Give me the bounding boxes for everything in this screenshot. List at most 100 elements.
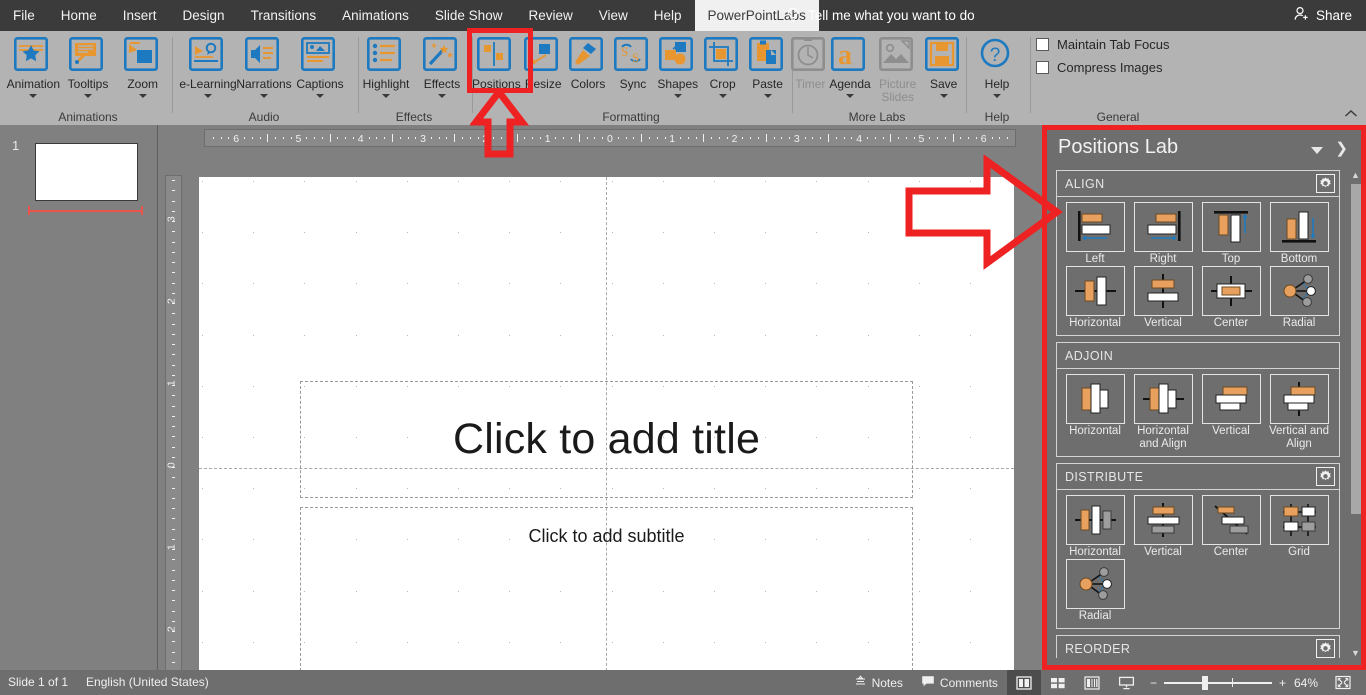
panel-button-horizontal[interactable]: Horizontal: [1061, 374, 1129, 450]
dropdown-caret-icon[interactable]: [438, 94, 446, 98]
dropdown-caret-icon[interactable]: [138, 94, 147, 98]
ribbon-button-effects[interactable]: Effects: [414, 31, 470, 98]
distribute-center-icon: [1201, 495, 1261, 545]
ribbon-tab-home[interactable]: Home: [48, 0, 110, 31]
ribbon-tab-view[interactable]: View: [586, 0, 641, 31]
zoom-in-button[interactable]: +: [1279, 676, 1286, 690]
ribbon-button-help[interactable]: ? Help: [969, 31, 1025, 98]
ribbon-button-crop[interactable]: Crop: [700, 31, 745, 98]
scroll-down-icon[interactable]: ▼: [1351, 648, 1360, 658]
dropdown-caret-icon[interactable]: [84, 94, 92, 98]
scrollbar-thumb[interactable]: [1351, 184, 1361, 514]
panel-button-bottom[interactable]: Bottom: [1265, 202, 1333, 266]
ribbon-button-resize[interactable]: Resize: [521, 31, 566, 91]
panel-button-top[interactable]: Top: [1197, 202, 1265, 266]
ribbon-tab-insert[interactable]: Insert: [110, 0, 170, 31]
slide-canvas[interactable]: Click to add title Click to add subtitle: [199, 177, 1014, 695]
compress-images-checkbox[interactable]: [1036, 61, 1049, 74]
dropdown-caret-icon[interactable]: [993, 94, 1001, 98]
panel-button-center[interactable]: Center: [1197, 495, 1265, 559]
panel-scrollbar[interactable]: ▲ ▼: [1349, 170, 1363, 658]
panel-button-radial[interactable]: Radial: [1061, 558, 1129, 623]
horizontal-ruler[interactable]: 6 5 4 3 2 1 0 1 2 3 4 5 6: [204, 129, 1016, 147]
dropdown-caret-icon[interactable]: [260, 94, 268, 98]
chevron-right-icon[interactable]: ❯: [1335, 139, 1348, 157]
normal-view-button[interactable]: [1006, 670, 1041, 695]
gear-icon[interactable]: [1316, 467, 1335, 486]
dropdown-caret-icon[interactable]: [316, 94, 324, 98]
panel-button-center[interactable]: Center: [1197, 265, 1265, 330]
panel-button-right[interactable]: Right: [1129, 202, 1197, 266]
ribbon-button-zoom[interactable]: Zoom: [115, 31, 170, 98]
ribbon-tab-slide-show[interactable]: Slide Show: [422, 0, 516, 31]
slide-sorter-button[interactable]: [1041, 670, 1075, 695]
slide-thumbnail-1[interactable]: [35, 143, 138, 201]
ribbon-tab-design[interactable]: Design: [170, 0, 238, 31]
ribbon-button-e-learning[interactable]: e-Learning: [179, 31, 237, 98]
panel-button-left[interactable]: Left: [1061, 202, 1129, 266]
language-label[interactable]: English (United States): [86, 675, 209, 689]
panel-button-vertical[interactable]: Vertical: [1129, 495, 1197, 559]
ribbon-button-agenda[interactable]: a Agenda: [829, 31, 871, 98]
gear-icon[interactable]: [1316, 639, 1335, 658]
fit-slide-button[interactable]: [1326, 670, 1360, 695]
dropdown-caret-icon[interactable]: [763, 94, 772, 98]
vertical-ruler[interactable]: 3210123: [165, 175, 182, 695]
panel-button-radial[interactable]: Radial: [1265, 265, 1333, 330]
ribbon-button-picture-slides[interactable]: Picture Slides: [871, 31, 925, 104]
panel-button-horizontal[interactable]: Horizontal: [1061, 265, 1129, 330]
ribbon-tab-file[interactable]: File: [0, 0, 48, 31]
slide-thumbnail-pane[interactable]: 1: [0, 125, 158, 670]
dropdown-caret-icon[interactable]: [382, 94, 390, 98]
dropdown-caret-icon[interactable]: [29, 94, 38, 98]
dropdown-caret-icon[interactable]: [718, 94, 727, 98]
collapse-ribbon-icon[interactable]: [1344, 107, 1358, 121]
ribbon-button-tooltips[interactable]: Tooltips: [61, 31, 116, 98]
ribbon-button-positions[interactable]: Positions: [472, 31, 521, 91]
scroll-up-icon[interactable]: ▲: [1351, 170, 1360, 180]
ribbon-button-captions[interactable]: Captions: [292, 31, 348, 98]
ribbon-tab-help[interactable]: Help: [641, 0, 695, 31]
compress-images-row[interactable]: Compress Images: [1036, 60, 1182, 75]
title-placeholder[interactable]: Click to add title: [300, 381, 913, 498]
ribbon-button-save[interactable]: Save: [924, 31, 963, 98]
slideshow-button[interactable]: [1109, 670, 1144, 695]
zoom-level-label[interactable]: 64%: [1292, 676, 1326, 690]
dropdown-caret-icon[interactable]: [673, 94, 682, 98]
ribbon-button-highlight[interactable]: Highlight: [358, 31, 414, 98]
comments-button[interactable]: Comments: [912, 670, 1007, 695]
ribbon-button-animation[interactable]: Animation: [6, 31, 61, 98]
subtitle-placeholder[interactable]: Click to add subtitle: [300, 507, 913, 671]
dropdown-caret-icon[interactable]: [204, 94, 212, 98]
ribbon-button-sync[interactable]: S S Sync: [610, 31, 655, 91]
ribbon-tab-review[interactable]: Review: [515, 0, 585, 31]
ribbon-button-paste[interactable]: Paste: [745, 31, 790, 98]
panel-button-grid[interactable]: Grid: [1265, 495, 1333, 559]
zoom-track[interactable]: [1163, 675, 1272, 690]
panel-button-horizontal-and-align[interactable]: Horizontal and Align: [1129, 374, 1197, 450]
ribbon-button-colors[interactable]: Colors: [566, 31, 611, 91]
share-button[interactable]: Share: [1293, 0, 1352, 31]
zoom-out-button[interactable]: −: [1150, 676, 1157, 690]
ribbon-tab-animations[interactable]: Animations: [329, 0, 422, 31]
dropdown-caret-icon[interactable]: [939, 94, 948, 98]
panel-button-vertical-and-align[interactable]: Vertical and Align: [1265, 374, 1333, 450]
panel-button-horizontal[interactable]: Horizontal: [1061, 495, 1129, 559]
dropdown-caret-icon[interactable]: [846, 94, 854, 98]
ribbon-tab-transitions[interactable]: Transitions: [238, 0, 330, 31]
maintain-tab-focus-checkbox[interactable]: [1036, 38, 1049, 51]
notes-button[interactable]: Notes: [845, 670, 912, 695]
chevron-down-icon[interactable]: [1311, 147, 1323, 154]
panel-button-vertical[interactable]: Vertical: [1129, 265, 1197, 330]
panel-button-vertical[interactable]: Vertical: [1197, 374, 1265, 450]
maintain-tab-focus-row[interactable]: Maintain Tab Focus: [1036, 37, 1182, 52]
gear-icon[interactable]: [1316, 174, 1335, 193]
slide-count-label[interactable]: Slide 1 of 1: [8, 675, 68, 689]
tell-me-search[interactable]: Tell me what you want to do: [786, 0, 975, 31]
ribbon-button-timer[interactable]: Timer: [791, 31, 829, 91]
ribbon-button-shapes[interactable]: Shapes: [655, 31, 700, 98]
ribbon-button-narrations[interactable]: Narrations: [236, 31, 292, 98]
reading-view-button[interactable]: [1075, 670, 1109, 695]
zoom-slider[interactable]: − +: [1144, 675, 1292, 690]
zoom-handle[interactable]: [1201, 675, 1208, 690]
